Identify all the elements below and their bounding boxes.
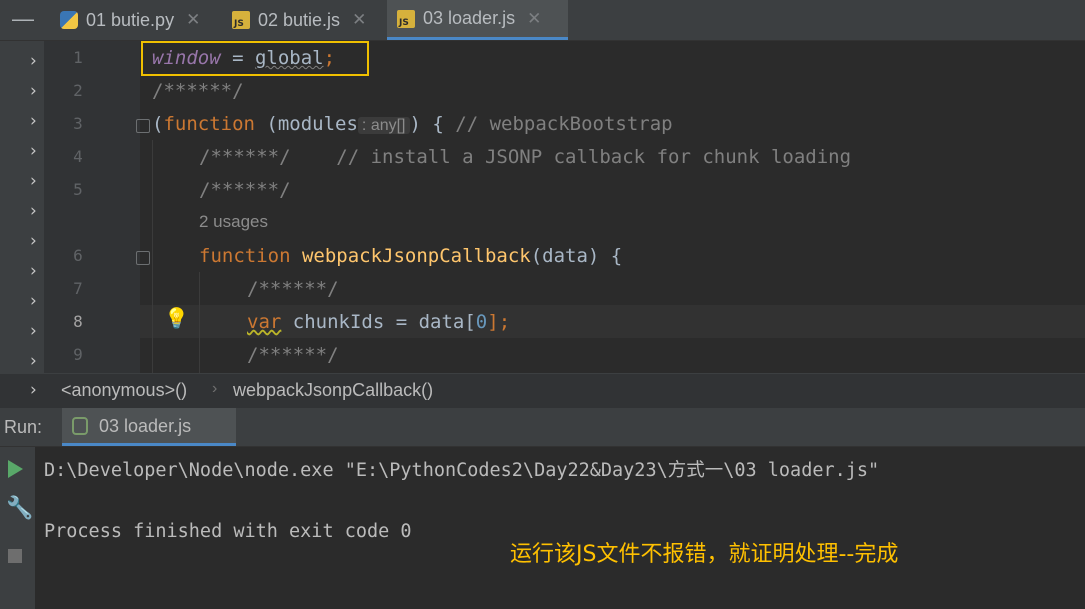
breadcrumb: › <anonymous>() › webpackJsonpCallback() (0, 373, 1085, 408)
run-tab-03-loader-js[interactable]: 03 loader.js (62, 408, 236, 446)
chevron-right-icon[interactable]: › (30, 171, 37, 191)
code-line-2: /******/ (152, 80, 244, 102)
code-line-9: /******/ (247, 344, 339, 366)
line-number: 1 (73, 48, 83, 67)
token-keyword: function (199, 245, 291, 267)
token-comment: // install a JSONP callback for chunk lo… (290, 146, 852, 168)
usages-hint[interactable]: 2 usages (199, 212, 268, 232)
breadcrumb-separator: › (212, 380, 218, 397)
chevron-right-icon[interactable]: › (30, 111, 37, 131)
chevron-right-icon[interactable]: › (30, 231, 37, 251)
type-hint: : any[] (357, 117, 410, 134)
chevron-right-icon[interactable]: › (30, 201, 37, 221)
code-line-3: (function (modules: any[]) { // webpackB… (152, 113, 673, 135)
token-text: ) { (409, 113, 456, 135)
chevron-right-icon[interactable]: › (30, 81, 37, 101)
chevron-right-icon[interactable]: › (30, 141, 37, 161)
token-keyword: var (247, 311, 282, 333)
chevron-right-icon[interactable]: › (30, 291, 37, 311)
chevron-right-icon[interactable]: › (30, 380, 37, 400)
token-paren: ( (152, 113, 164, 135)
code-line-7: /******/ (247, 278, 339, 300)
line-number: 4 (73, 147, 83, 166)
breadcrumb-item[interactable]: <anonymous>() (61, 380, 187, 401)
token-text: (data) { (530, 245, 623, 267)
console-line: D:\Developer\Node\node.exe "E:\PythonCod… (44, 460, 880, 481)
annotation-highlight-box (141, 41, 369, 76)
code-line-8: var chunkIds = data[0]; (247, 311, 510, 333)
run-toolbar: Run: 03 loader.js (0, 408, 1085, 447)
token-number: 0 (475, 311, 488, 333)
code-line-5: /******/ (199, 179, 291, 201)
fold-marker-icon[interactable] (136, 119, 150, 133)
rerun-play-icon[interactable] (8, 460, 23, 478)
python-file-icon (60, 11, 78, 29)
line-number: 8 (73, 312, 83, 331)
tab-03-loader-js[interactable]: 03 loader.js ✕ (387, 0, 568, 40)
token-keyword: function (163, 113, 255, 135)
close-icon[interactable]: ✕ (352, 10, 366, 30)
stop-icon[interactable] (8, 549, 22, 563)
indent-guide (152, 140, 153, 373)
chevron-right-icon[interactable]: › (30, 351, 37, 371)
token-text: chunkIds = data[ (281, 311, 476, 333)
token-function-name: webpackJsonpCallback (290, 245, 531, 267)
nodejs-icon (72, 417, 88, 435)
js-file-icon (397, 9, 415, 28)
tab-label: 01 butie.py (86, 9, 175, 30)
line-number: 3 (73, 114, 83, 133)
tab-label: 02 butie.js (258, 9, 341, 30)
run-tab-label: 03 loader.js (99, 416, 192, 436)
chevron-right-icon[interactable]: › (30, 51, 37, 71)
fold-marker-icon[interactable] (136, 251, 150, 265)
line-number: 6 (73, 246, 83, 265)
editor-tab-bar: — 01 butie.py ✕ 02 butie.js ✕ 03 loader.… (0, 0, 1085, 41)
lightbulb-icon[interactable]: 💡 (164, 306, 189, 331)
line-number: 2 (73, 81, 83, 100)
js-file-icon (232, 11, 250, 29)
run-side-toolbar: 🔧 (0, 447, 36, 609)
token-comment: /******/ (199, 146, 291, 168)
token-param: (modules (254, 113, 358, 135)
console-line: Process finished with exit code 0 (44, 521, 412, 542)
code-line-4: /******/ // install a JSONP callback for… (199, 146, 851, 168)
tab-02-butie-js[interactable]: 02 butie.js ✕ (222, 0, 397, 40)
annotation-note: 运行该JS文件不报错，就证明处理--完成 (510, 542, 899, 567)
chevron-right-icon[interactable]: › (30, 261, 37, 281)
chevron-right-icon[interactable]: › (30, 321, 37, 341)
line-number: 7 (73, 279, 83, 298)
wrench-icon[interactable]: 🔧 (6, 495, 33, 521)
token-comment: // webpackBootstrap (455, 113, 673, 135)
line-number: 9 (73, 345, 83, 364)
code-line-6: function webpackJsonpCallback(data) { (199, 245, 622, 267)
collapse-menu-icon[interactable]: — (10, 6, 36, 32)
run-label: Run: (4, 417, 43, 437)
breadcrumb-item[interactable]: webpackJsonpCallback() (233, 380, 433, 401)
close-icon[interactable]: ✕ (527, 9, 541, 29)
tab-01-butie-py[interactable]: 01 butie.py ✕ (50, 0, 225, 40)
tab-label: 03 loader.js (423, 8, 516, 28)
token-text: ]; (487, 311, 511, 333)
indent-guide (199, 272, 200, 373)
line-number: 5 (73, 180, 83, 199)
close-icon[interactable]: ✕ (186, 10, 200, 30)
left-tool-strip: › › › › › › › › › › › (0, 41, 44, 373)
